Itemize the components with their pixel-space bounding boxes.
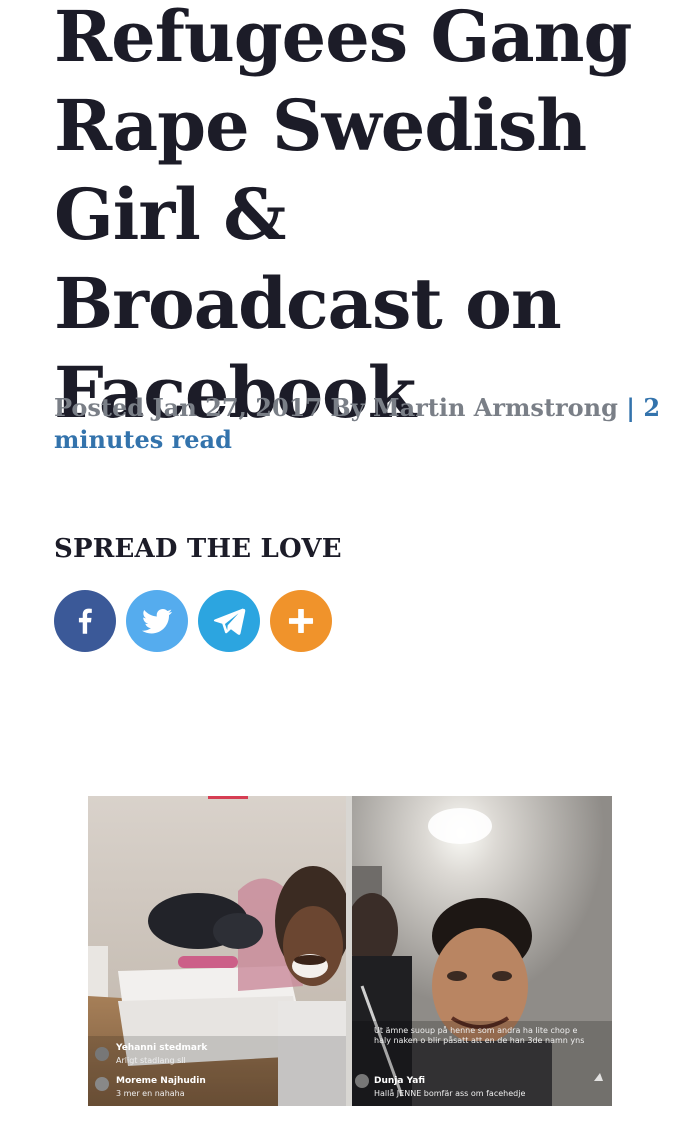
- comment-name: Dunja Yafi: [374, 1076, 426, 1086]
- comment-text: Arligt stadlang sll: [116, 1056, 186, 1065]
- more-share-button[interactable]: [270, 590, 332, 652]
- posted-label: Posted: [54, 393, 145, 422]
- share-buttons: [54, 590, 332, 652]
- telegram-icon: [213, 608, 246, 635]
- article-meta: Posted Jan 27, 2017 By Martin Armstrong …: [54, 392, 664, 456]
- comment-text: Hallå JENNE bomfär ass om facehedje: [374, 1089, 526, 1098]
- share-heading: SPREAD THE LOVE: [54, 534, 342, 564]
- article-title: Refugees Gang Rape Swedish Girl & Broadc…: [54, 0, 633, 434]
- author-link[interactable]: Martin Armstrong: [373, 393, 618, 422]
- image-panel-right: Ut ämne suoup på henne som andra ha lite…: [352, 796, 612, 1106]
- twitter-share-button[interactable]: [126, 590, 188, 652]
- comment-name: Moreme Najhudin: [116, 1076, 206, 1086]
- article-image: Yehanni stedmark Arligt stadlang sll Mor…: [88, 796, 612, 1106]
- by-label: By: [330, 393, 365, 422]
- meta-separator: |: [626, 393, 636, 422]
- plus-icon: [288, 608, 314, 634]
- telegram-share-button[interactable]: [198, 590, 260, 652]
- comment-text: 3 mer en nahaha: [116, 1089, 185, 1098]
- image-panel-left: Yehanni stedmark Arligt stadlang sll Mor…: [88, 796, 346, 1106]
- twitter-icon: [142, 609, 172, 634]
- post-date: Jan 27, 2017: [152, 393, 323, 422]
- facebook-icon: [78, 608, 92, 634]
- facebook-share-button[interactable]: [54, 590, 116, 652]
- overlay-text: Ut ämne suoup på henne som andra ha lite…: [374, 1026, 585, 1045]
- room-scene-right: [352, 796, 612, 1106]
- comment-name: Yehanni stedmark: [116, 1043, 208, 1053]
